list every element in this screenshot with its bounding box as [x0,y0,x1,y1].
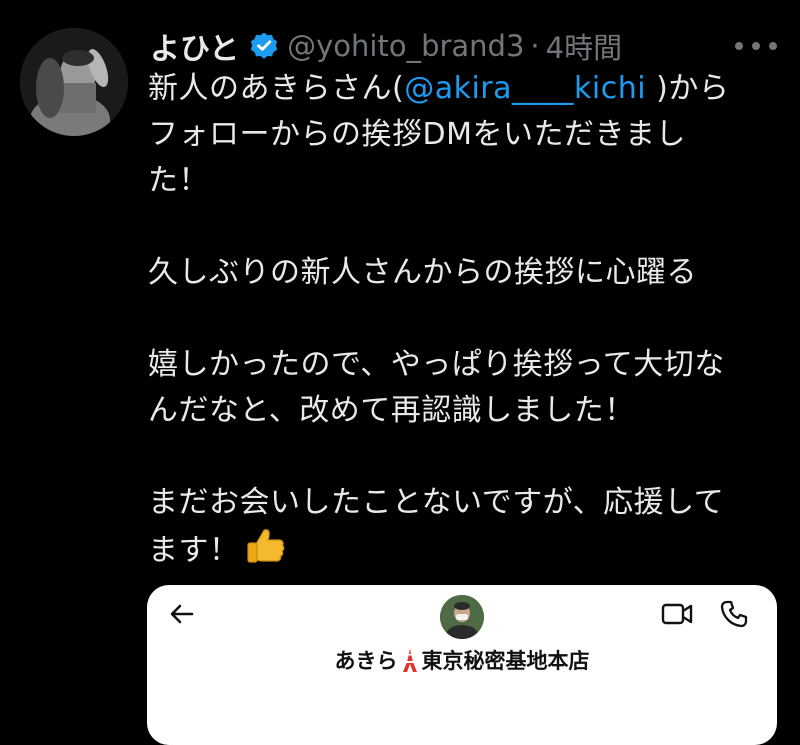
tweet-header: よひと @yohito_brand3 · 4時間 [150,24,622,68]
back-arrow-icon [167,599,197,629]
thumbs-up-icon [244,526,288,566]
tweet-line: 久しぶりの新人さんからの挨拶に心躍る [148,255,697,290]
author-handle[interactable]: @yohito_brand3 [287,29,524,63]
tweet-body: 新人のあきらさん(@akira____kichi )から フォローからの挨拶DM… [148,66,778,574]
header-separator: · [530,29,540,63]
tweet-line: ます！ [148,526,778,574]
tweet-text-segment: ます！ [148,533,240,568]
tweet-timestamp[interactable]: 4時間 [546,25,622,67]
tweet-text-segment: )から [646,71,730,106]
tweet-text-segment: 新人のあきらさん( [148,71,405,106]
tweet-line: まだお会いしたことないですが、応援して [148,485,725,520]
tweet-line: んだなと、改めて再認識しました！ [148,393,635,428]
dm-contact-name: あきら 東京秘密基地本店 [147,645,777,675]
video-call-icon [661,600,693,628]
dm-contact-name-part: 東京秘密基地本店 [421,649,590,673]
author-avatar[interactable] [20,28,128,136]
dm-contact-name-part: あきら [334,649,398,673]
more-options-icon[interactable] [735,36,777,56]
tweet-line: 嬉しかったので、やっぱり挨拶って大切な [148,347,725,382]
author-display-name[interactable]: よひと [150,24,239,68]
tweet-line: フォローからの挨拶DMをいただきまし [148,117,686,152]
tweet-line: 新人のあきらさん(@akira____kichi )から [148,66,778,112]
attached-image[interactable]: あきら 東京秘密基地本店 [147,585,777,745]
phone-icon [719,599,749,629]
tokyo-tower-icon [402,648,418,672]
verified-badge-icon [249,31,279,61]
mention-link[interactable]: @akira____kichi [404,71,646,106]
tweet-line: た！ [148,163,209,198]
dm-contact-avatar [440,595,484,639]
